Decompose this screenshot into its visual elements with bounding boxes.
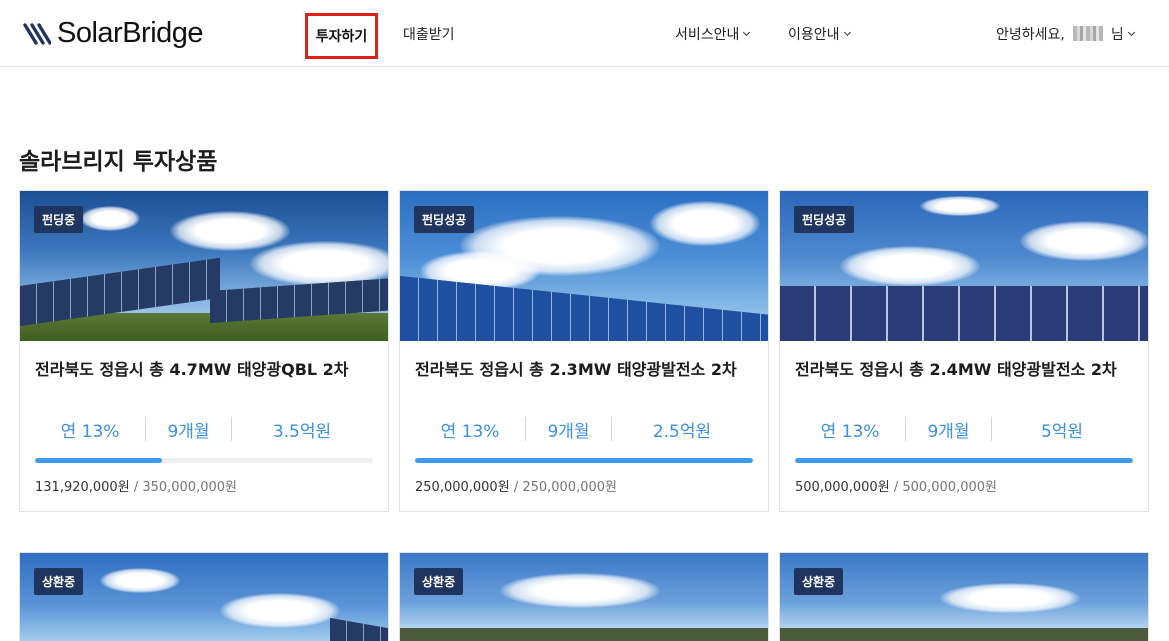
nav-invest-label: 투자하기 <box>315 29 368 45</box>
funding-amounts: 131,920,000원 / 350,000,000원 <box>20 463 388 495</box>
product-title: 전라북도 정읍시 총 2.3MW 태양광발전소 2차 <box>415 360 737 379</box>
nav-loan-label: 대출받기 <box>403 26 455 43</box>
solarbridge-logo-icon <box>23 22 51 45</box>
interest-rate: 연 13% <box>440 421 500 442</box>
product-card[interactable]: 상환중 <box>399 552 769 641</box>
product-title: 전라북도 정읍시 총 4.7MW 태양광QBL 2차 <box>35 360 349 379</box>
product-card[interactable]: 상환중 <box>19 552 389 641</box>
funding-progress-fill <box>795 458 1133 463</box>
user-menu[interactable]: 안녕하세요, 님 <box>996 0 1135 67</box>
product-stats: 연 13% 9개월 5억원 <box>780 416 1148 442</box>
period: 9개월 <box>547 421 590 442</box>
funding-progress-bar <box>35 458 373 463</box>
product-image: 펀딩성공 <box>400 191 768 341</box>
status-badge: 펀딩성공 <box>794 206 855 233</box>
period: 9개월 <box>927 421 970 442</box>
status-badge: 상환중 <box>794 568 844 595</box>
nav-usage-info-label: 이용안내 <box>788 26 840 43</box>
goal-amount: / 250,000,000원 <box>513 480 617 495</box>
nav-service-info[interactable]: 서비스안내 <box>675 0 751 67</box>
nav-service-info-label: 서비스안내 <box>675 26 740 43</box>
user-greeting: 안녕하세요, <box>996 26 1065 43</box>
funding-amounts: 500,000,000원 / 500,000,000원 <box>780 463 1148 495</box>
product-card[interactable]: 펀딩성공 전라북도 정읍시 총 2.4MW 태양광발전소 2차 연 13% 9개… <box>779 190 1149 512</box>
goal-amount: / 350,000,000원 <box>133 480 237 495</box>
funding-amounts: 250,000,000원 / 250,000,000원 <box>400 463 768 495</box>
funding-amount: 3.5억원 <box>272 421 332 442</box>
goal-amount: / 500,000,000원 <box>893 480 997 495</box>
nav-loan[interactable]: 대출받기 <box>403 0 455 67</box>
product-card[interactable]: 펀딩성공 전라북도 정읍시 총 2.3MW 태양광발전소 2차 연 13% 9개… <box>399 190 769 512</box>
status-badge: 상환중 <box>34 568 84 595</box>
chevron-down-icon <box>743 28 751 36</box>
product-image: 상환중 <box>400 553 768 641</box>
product-title: 전라북도 정읍시 총 2.4MW 태양광발전소 2차 <box>795 360 1117 379</box>
logo-text: SolarBridge <box>57 17 204 49</box>
product-stats: 연 13% 9개월 3.5억원 <box>20 416 388 442</box>
product-image: 상환중 <box>20 553 388 641</box>
product-card[interactable]: 상환중 <box>779 552 1149 641</box>
funding-amount: 2.5억원 <box>652 421 712 442</box>
funding-progress-fill <box>415 458 753 463</box>
nav-usage-info[interactable]: 이용안내 <box>788 0 851 67</box>
funding-progress-fill <box>35 458 163 463</box>
raised-amount: 500,000,000원 <box>795 480 890 495</box>
raised-amount: 131,920,000원 <box>35 480 130 495</box>
chevron-down-icon <box>1127 28 1135 36</box>
chevron-down-icon <box>843 28 851 36</box>
blurred-username <box>1072 26 1103 41</box>
nav-invest[interactable]: 투자하기 <box>305 13 378 59</box>
product-card[interactable]: 펀딩중 전라북도 정읍시 총 4.7MW 태양광QBL 2차 연 13% 9개월… <box>19 190 389 512</box>
funding-progress-bar <box>795 458 1133 463</box>
product-image: 상환중 <box>780 553 1148 641</box>
period: 9개월 <box>167 421 210 442</box>
section-title: 솔라브리지 투자상품 <box>19 149 218 175</box>
status-badge: 상환중 <box>414 568 464 595</box>
product-image: 펀딩중 <box>20 191 388 341</box>
status-badge: 펀딩중 <box>34 206 84 233</box>
interest-rate: 연 13% <box>60 421 120 442</box>
product-stats: 연 13% 9개월 2.5억원 <box>400 416 768 442</box>
raised-amount: 250,000,000원 <box>415 480 510 495</box>
site-header: SolarBridge 투자하기 대출받기 서비스안내 이용안내 안녕하세요, … <box>0 0 1169 67</box>
funding-progress-bar <box>415 458 753 463</box>
funding-amount: 5억원 <box>1040 421 1084 442</box>
product-image: 펀딩성공 <box>780 191 1148 341</box>
interest-rate: 연 13% <box>820 421 880 442</box>
user-suffix: 님 <box>1110 26 1124 43</box>
logo[interactable]: SolarBridge <box>23 17 204 50</box>
status-badge: 펀딩성공 <box>414 206 475 233</box>
